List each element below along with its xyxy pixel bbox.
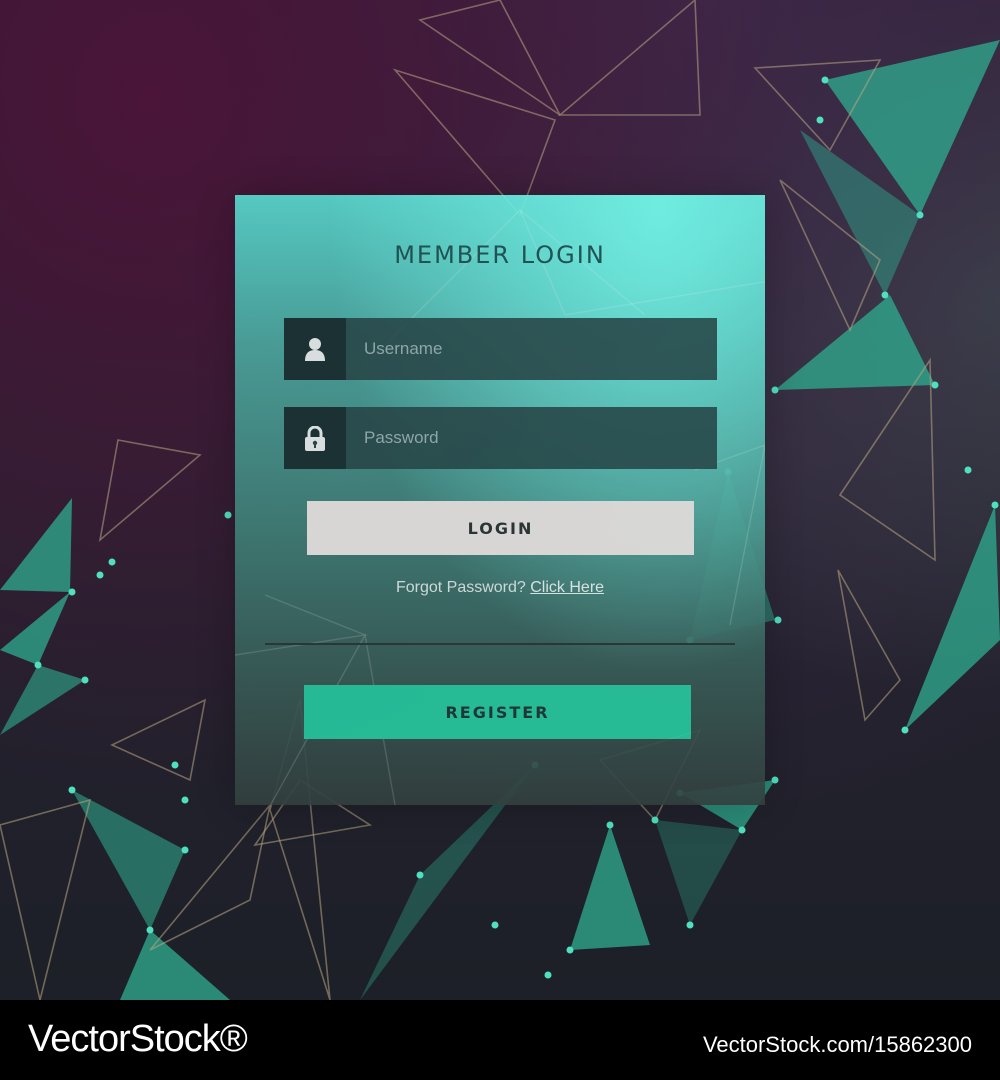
watermark-bar: VectorStock® VectorStock.com/15862300 (0, 1000, 1000, 1080)
register-button[interactable]: REGISTER (304, 685, 691, 739)
divider (265, 643, 735, 645)
watermark-id: VectorStock.com/15862300 (702, 1032, 972, 1057)
password-field (284, 407, 717, 469)
username-icon-cell (284, 318, 346, 380)
forgot-password-text: Forgot Password? (395, 579, 526, 596)
login-button[interactable]: LOGIN (307, 501, 694, 555)
watermark-logo: VectorStock® (28, 1018, 248, 1060)
forgot-password-link[interactable]: Click Here (530, 579, 604, 596)
page-title: MEMBER LOGIN (394, 241, 606, 269)
username-input[interactable] (346, 318, 704, 380)
login-panel: MEMBER LOGIN LOGIN (235, 195, 765, 805)
background-stage: MEMBER LOGIN LOGIN (0, 0, 1000, 1000)
password-icon-cell (284, 407, 346, 469)
user-icon (305, 338, 325, 361)
forgot-password-row: Forgot Password? Click Here (235, 579, 765, 597)
lock-icon (305, 426, 325, 451)
password-input[interactable] (346, 407, 704, 469)
username-field (284, 318, 717, 380)
